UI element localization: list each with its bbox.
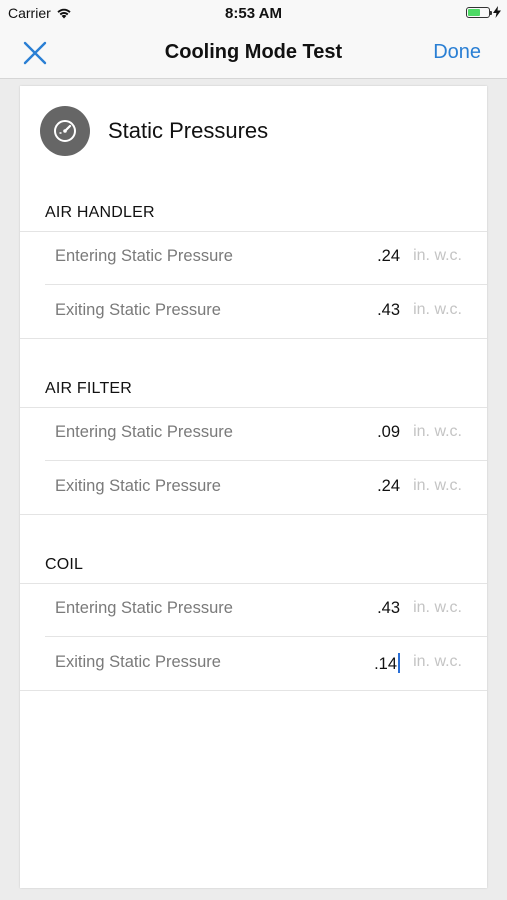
divider <box>20 690 487 691</box>
card-title: Static Pressures <box>108 118 269 143</box>
row-label: Entering Static Pressure <box>55 247 233 265</box>
battery-fill <box>468 8 480 16</box>
unit-label: in. w.c. <box>413 247 462 264</box>
unit-label: in. w.c. <box>413 653 462 670</box>
unit-label: in. w.c. <box>413 477 462 494</box>
unit-label: in. w.c. <box>413 423 462 440</box>
status-time: 8:53 AM <box>225 5 282 22</box>
value-text: .14 <box>374 655 397 673</box>
row-label: Entering Static Pressure <box>55 423 233 441</box>
row-label: Exiting Static Pressure <box>55 477 221 495</box>
row-exiting-static-pressure[interactable]: Exiting Static Pressure .43 in. w.c. <box>20 285 487 338</box>
divider <box>20 338 487 339</box>
row-entering-static-pressure[interactable]: Entering Static Pressure .24 in. w.c. <box>20 231 487 284</box>
section-title: AIR FILTER <box>45 380 133 397</box>
gauge-icon <box>40 106 90 156</box>
row-exiting-static-pressure[interactable]: Exiting Static Pressure .14 in. w.c. <box>20 637 487 690</box>
value-input[interactable]: .09 <box>377 423 400 442</box>
value-input-active[interactable]: .14 <box>374 653 400 674</box>
charging-bolt-icon <box>493 6 501 18</box>
card-header: Static Pressures <box>40 106 268 156</box>
status-bar: Carrier 8:53 AM <box>0 0 507 28</box>
unit-label: in. w.c. <box>413 301 462 318</box>
value-input[interactable]: .24 <box>377 477 400 496</box>
unit-label: in. w.c. <box>413 599 462 616</box>
navigation-bar: Cooling Mode Test Done <box>0 28 507 79</box>
value-input[interactable]: .43 <box>377 301 400 320</box>
page-title: Cooling Mode Test <box>164 41 343 63</box>
text-cursor <box>398 653 400 673</box>
value-input[interactable]: .24 <box>377 247 400 266</box>
section-title: COIL <box>45 556 84 573</box>
status-right <box>466 6 501 18</box>
row-label: Entering Static Pressure <box>55 599 233 617</box>
row-label: Exiting Static Pressure <box>55 653 221 671</box>
row-exiting-static-pressure[interactable]: Exiting Static Pressure .24 in. w.c. <box>20 461 487 514</box>
static-pressures-card: Static Pressures AIR HANDLER Entering St… <box>20 86 487 888</box>
divider <box>20 514 487 515</box>
section-title: AIR HANDLER <box>45 204 155 221</box>
done-button[interactable]: Done <box>433 41 481 64</box>
battery-icon <box>466 6 492 18</box>
row-entering-static-pressure[interactable]: Entering Static Pressure .09 in. w.c. <box>20 407 487 460</box>
row-entering-static-pressure[interactable]: Entering Static Pressure .43 in. w.c. <box>20 583 487 636</box>
value-input[interactable]: .43 <box>377 599 400 618</box>
row-label: Exiting Static Pressure <box>55 301 221 319</box>
